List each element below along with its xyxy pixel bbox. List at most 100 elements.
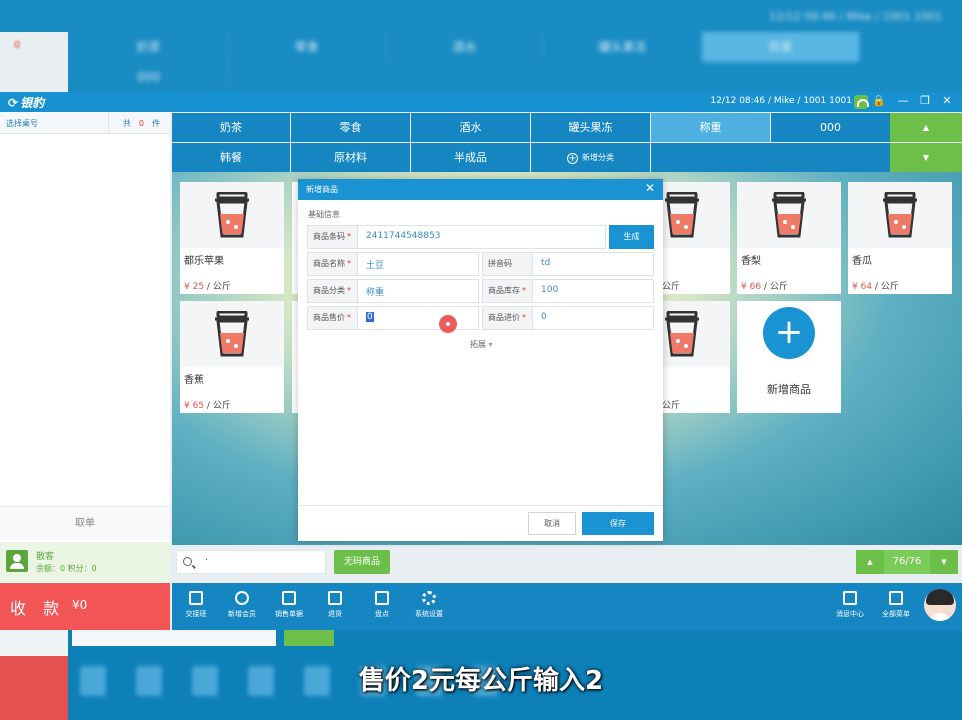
- settings-icon: [422, 591, 436, 605]
- tab-000[interactable]: 000: [771, 113, 890, 142]
- cancel-button[interactable]: 取消: [528, 512, 576, 535]
- background-tab: 000: [70, 62, 228, 92]
- background-green-button: [284, 630, 334, 646]
- add-product-label: 新增商品: [767, 383, 811, 396]
- product-price: ¥ 66 / 公斤: [741, 282, 788, 292]
- minimize-button[interactable]: —: [896, 94, 910, 107]
- tab-snacks[interactable]: 零食: [291, 113, 410, 142]
- tab-raw-material[interactable]: 原材料: [291, 143, 410, 172]
- product-name-field[interactable]: 商品名称 * 土豆: [307, 252, 479, 276]
- field-label: 商品条码 *: [308, 226, 358, 248]
- product-name: 香瓜: [852, 256, 872, 267]
- product-card-partial[interactable]: 公斤: [662, 182, 730, 294]
- cancel-order-button[interactable]: 取单: [0, 506, 170, 540]
- cup-icon: [665, 192, 699, 238]
- tab-canned[interactable]: 罐头果冻: [531, 113, 650, 142]
- pinyin-field[interactable]: 拼音码 td: [482, 252, 654, 276]
- category-down-button[interactable]: ▼: [890, 143, 962, 172]
- dialog-title: 新增商品: [306, 185, 338, 194]
- member-info[interactable]: 散客 余额：0 积分：0: [0, 542, 170, 582]
- product-card-partial[interactable]: 公斤: [662, 301, 730, 413]
- product-image: [848, 182, 952, 248]
- product-search-input[interactable]: ·: [176, 550, 326, 574]
- sales-doc-icon: [282, 591, 296, 605]
- product-image: [662, 182, 730, 248]
- cup-icon: [772, 192, 806, 238]
- save-button[interactable]: 保存: [582, 512, 654, 535]
- background-tab: 称重: [702, 32, 860, 62]
- background-tab: 罐头果冻: [544, 32, 702, 62]
- member-avatar-icon: [6, 550, 28, 572]
- checkout-button[interactable]: 收 款 ¥0: [0, 583, 170, 630]
- settings-button[interactable]: 系统设置: [405, 591, 453, 619]
- click-indicator: [439, 315, 457, 333]
- category-tabs: 奶茶 零食 酒水 罐头果冻 称重 000 韩餐 原材料 半成品 + 新增分类: [172, 112, 890, 172]
- expand-toggle[interactable]: 拓展 ▾: [470, 339, 493, 350]
- checkout-label: 收 款: [10, 599, 66, 618]
- category-value: 称重: [366, 288, 385, 298]
- barcode-value: 2411744548853: [366, 231, 441, 241]
- product-image: [737, 182, 841, 248]
- product-image: [662, 301, 730, 367]
- background-tab: 酒水: [386, 32, 544, 62]
- product-card[interactable]: 都乐苹果 ¥ 25 / 公斤: [180, 182, 284, 294]
- inventory-button[interactable]: 盘点: [358, 591, 406, 619]
- tab-drinks[interactable]: 酒水: [411, 113, 530, 142]
- select-table-button[interactable]: 选择桌号: [6, 118, 38, 129]
- product-name: 香蕉: [184, 375, 204, 386]
- page-down-button[interactable]: ▼: [930, 550, 958, 574]
- tab-korean[interactable]: 韩餐: [172, 143, 290, 172]
- lock-icon[interactable]: 🔒: [872, 94, 886, 107]
- background-tab: 奶茶: [70, 32, 228, 62]
- sales-records-button[interactable]: 销售单据: [265, 591, 313, 619]
- tab-semi-finished[interactable]: 半成品: [411, 143, 530, 172]
- dialog-footer-divider: [298, 505, 663, 506]
- sale-price-value: 0: [366, 312, 374, 322]
- field-label: 商品进价 *: [483, 307, 533, 329]
- tab-milk-tea[interactable]: 奶茶: [172, 113, 290, 142]
- product-price: ¥ 25 / 公斤: [184, 282, 231, 292]
- video-subtitle: 售价2元每公斤输入2: [358, 666, 604, 696]
- field-label: 商品名称 *: [308, 253, 358, 275]
- product-name-value: 土豆: [366, 261, 385, 271]
- page-up-button[interactable]: ▲: [856, 550, 884, 574]
- restore-button[interactable]: ❐: [918, 94, 932, 107]
- close-icon[interactable]: ✕: [645, 181, 655, 195]
- no-barcode-product-button[interactable]: 无码商品: [334, 550, 390, 574]
- message-center-button[interactable]: 消息中心: [826, 591, 874, 619]
- order-panel: 选择桌号 共0件 取单 散客 余额：0 积分：0 收 款 ¥0: [0, 112, 170, 630]
- background-left-panel: [0, 32, 68, 92]
- member-balance: 余额：0 积分：0: [36, 564, 97, 573]
- product-card[interactable]: 香梨 ¥ 66 / 公斤: [737, 182, 841, 294]
- bottom-toolbar: 交接班 新增会员 销售单据 退货 盘点 系统设置 消息中心 全部菜单: [172, 583, 962, 630]
- product-card[interactable]: 香瓜 ¥ 64 / 公斤: [848, 182, 952, 294]
- category-select[interactable]: 商品分类 * 称重: [307, 279, 479, 303]
- cost-price-value: 0: [541, 312, 547, 322]
- order-header: 选择桌号 共0件: [0, 112, 170, 134]
- pinyin-value: td: [541, 258, 551, 268]
- product-card[interactable]: 香蕉 ¥ 65 / 公斤: [180, 301, 284, 413]
- stock-field[interactable]: 商品库存 * 100: [482, 279, 654, 303]
- add-category-button[interactable]: + 新增分类: [531, 143, 650, 172]
- product-image: [180, 301, 284, 367]
- logo-icon: ⟳: [8, 96, 19, 110]
- all-menu-button[interactable]: 全部菜单: [872, 591, 920, 619]
- add-member-icon: [235, 591, 249, 605]
- close-window-button[interactable]: ✕: [940, 94, 954, 107]
- add-product-card[interactable]: + 新增商品: [737, 301, 841, 413]
- cost-price-field[interactable]: 商品进价 * 0: [482, 306, 654, 330]
- barcode-field[interactable]: 商品条码 * 2411744548853: [307, 225, 606, 249]
- background-tabs: 奶茶 零食 酒水 罐头果冻 称重 000: [70, 32, 962, 92]
- generate-barcode-button[interactable]: 生成: [609, 225, 654, 249]
- customer-service-avatar[interactable]: [924, 589, 956, 621]
- background-status: 12/12 09:46 / Mike / 1001 1001: [768, 10, 942, 23]
- tab-weighing[interactable]: 称重: [651, 113, 770, 142]
- add-member-button[interactable]: 新增会员: [218, 591, 266, 619]
- return-button[interactable]: 退货: [311, 591, 359, 619]
- stock-value: 100: [541, 285, 559, 295]
- product-name: 都乐苹果: [184, 256, 224, 267]
- category-up-button[interactable]: ▲: [890, 113, 962, 142]
- cup-icon: [665, 311, 699, 357]
- product-price: ¥ 65 / 公斤: [184, 401, 231, 411]
- handover-button[interactable]: 交接班: [172, 591, 220, 619]
